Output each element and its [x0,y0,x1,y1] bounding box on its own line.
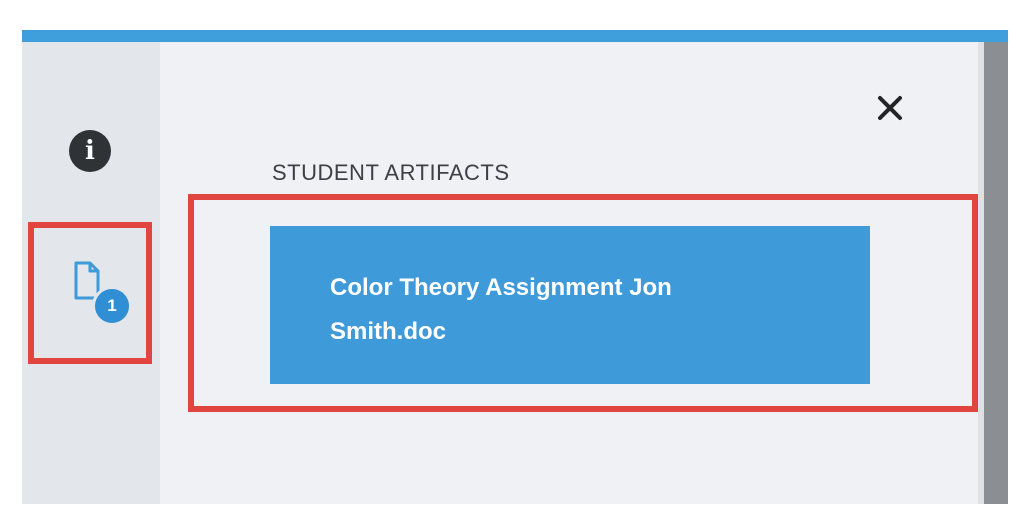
info-button[interactable]: i [69,130,111,172]
artifacts-panel: i 1 STUDENT ARTIFACTS Color Theory Assig… [22,30,1008,504]
sidebar-rail: i 1 [22,42,160,504]
info-icon: i [85,136,95,166]
artifact-count-badge: 1 [92,286,132,326]
artifacts-tab[interactable]: 1 [28,222,152,364]
background-page-shadow [984,42,1008,504]
section-title: STUDENT ARTIFACTS [272,160,510,185]
top-accent-bar [22,30,1008,42]
artifact-name: Color Theory Assignment Jon Smith.doc [330,274,672,345]
artifact-item[interactable]: Color Theory Assignment Jon Smith.doc [270,226,870,384]
close-button[interactable] [868,86,912,130]
close-icon [878,96,902,120]
